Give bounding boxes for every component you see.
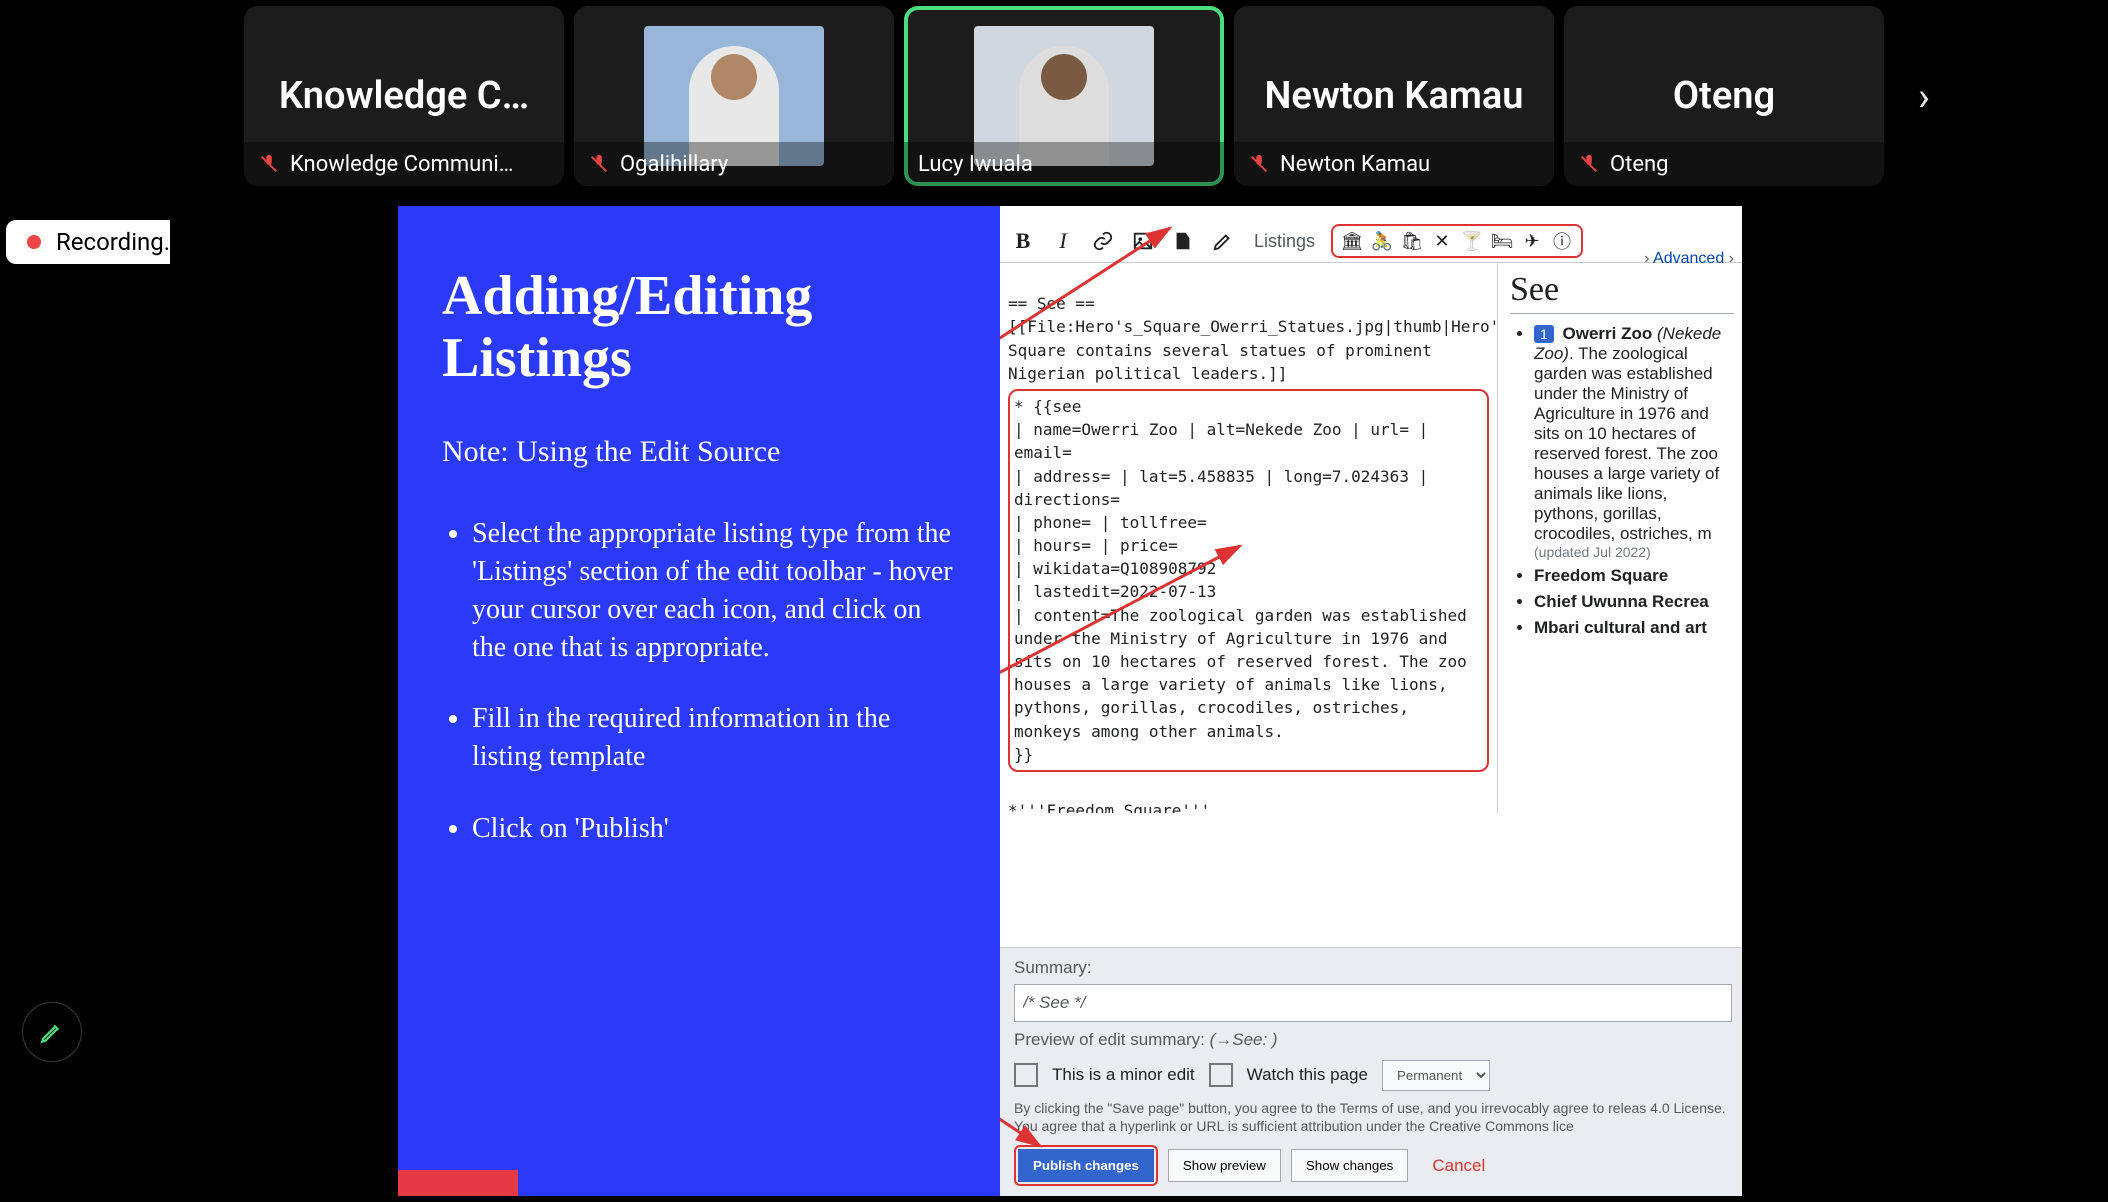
- watch-page-label: Watch this page: [1247, 1065, 1368, 1085]
- summary-label: Summary:: [1014, 958, 1728, 978]
- source-editor-textarea[interactable]: == See == [[File:Hero's_Square_Owerri_St…: [1000, 263, 1498, 813]
- updated-label: (updated Jul 2022): [1534, 544, 1734, 560]
- participant-name: Newton Kamau: [1280, 152, 1430, 177]
- listing-see-icon[interactable]: 🏛: [1339, 228, 1365, 254]
- signature-icon[interactable]: [1208, 226, 1238, 256]
- participant-tile[interactable]: Ogalihillary: [574, 6, 894, 186]
- slide-bullet: Fill in the required information in the …: [472, 700, 956, 776]
- code-text: == See == [[File:Hero's_Square_Owerri_St…: [1008, 294, 1498, 383]
- listing-number-badge: 1: [1534, 325, 1554, 343]
- annotate-button[interactable]: [22, 1002, 82, 1062]
- italic-button[interactable]: I: [1048, 226, 1078, 256]
- slide-accent-bar: [398, 1170, 518, 1196]
- minor-edit-label: This is a minor edit: [1052, 1065, 1195, 1085]
- participant-name: Oteng: [1610, 152, 1669, 177]
- preview-list-item: 1 Owerri Zoo (Nekede Zoo). The zoologica…: [1534, 324, 1734, 560]
- participant-name: Knowledge Communi…: [290, 152, 513, 177]
- participant-name: Lucy Iwuala: [918, 152, 1033, 177]
- record-icon: [24, 232, 44, 252]
- listings-toolbar-group: 🏛 🚴 🛍 ✕ 🍸 🛏 ✈ ⓘ: [1331, 224, 1583, 258]
- show-preview-button[interactable]: Show preview: [1168, 1149, 1281, 1182]
- preview-summary-label: Preview of edit summary:: [1014, 1030, 1210, 1049]
- preview-list-item: Chief Uwunna Recrea: [1534, 592, 1734, 612]
- listing-eat-icon[interactable]: ✕: [1429, 228, 1455, 254]
- listing-sleep-icon[interactable]: 🛏: [1489, 228, 1515, 254]
- participant-name: Ogalihillary: [620, 152, 728, 177]
- reference-icon[interactable]: [1168, 226, 1198, 256]
- mic-muted-icon: [588, 153, 610, 175]
- slide-bullet-list: Select the appropriate listing type from…: [442, 515, 956, 848]
- publish-footer: Summary: Preview of edit summary: (→See:…: [1000, 947, 1742, 1196]
- shared-screen-stage: Adding/Editing Listings Note: Using the …: [170, 200, 1940, 1200]
- preview-list-item: Freedom Square: [1534, 566, 1734, 586]
- listing-buy-icon[interactable]: 🛍: [1399, 228, 1425, 254]
- code-text: *'''Freedom Square''' *'''Chief Uwunna R…: [1008, 801, 1480, 813]
- participant-display-name: Oteng: [1673, 74, 1775, 118]
- cancel-link[interactable]: Cancel: [1418, 1148, 1499, 1184]
- participant-tile[interactable]: Oteng Oteng: [1564, 6, 1884, 186]
- participant-display-name: Knowledge C…: [279, 74, 529, 118]
- slide-left-panel: Adding/Editing Listings Note: Using the …: [398, 206, 1000, 1196]
- slide-bullet: Click on 'Publish': [472, 810, 956, 848]
- participant-gallery: Knowledge C… Knowledge Communi… Ogalihil…: [244, 6, 2068, 186]
- participant-tile[interactable]: Knowledge C… Knowledge Communi…: [244, 6, 564, 186]
- bold-button[interactable]: B: [1008, 226, 1038, 256]
- pencil-icon: [39, 1019, 65, 1045]
- slide-note: Note: Using the Edit Source: [442, 435, 956, 469]
- listing-go-icon[interactable]: ✈: [1519, 228, 1545, 254]
- watch-duration-select[interactable]: Permanent: [1382, 1060, 1490, 1091]
- wiki-edit-toolbar: B I Listings 🏛: [1000, 220, 1742, 263]
- listing-do-icon[interactable]: 🚴: [1369, 228, 1395, 254]
- live-preview-panel: See 1 Owerri Zoo (Nekede Zoo). The zoolo…: [1498, 263, 1742, 813]
- listing-other-icon[interactable]: ⓘ: [1549, 228, 1575, 254]
- advanced-link[interactable]: › Advanced ›: [1644, 250, 1734, 268]
- mic-muted-icon: [1248, 153, 1270, 175]
- participant-display-name: Newton Kamau: [1265, 74, 1524, 118]
- summary-input[interactable]: [1014, 984, 1732, 1022]
- preview-heading: See: [1510, 271, 1734, 314]
- slide-right-editor-screenshot: B I Listings 🏛: [1000, 206, 1742, 1196]
- legal-text: By clicking the "Save page" button, you …: [1014, 1099, 1728, 1135]
- listings-label: Listings: [1254, 231, 1315, 252]
- publish-highlight-box: Publish changes: [1014, 1145, 1158, 1186]
- mic-muted-icon: [258, 153, 280, 175]
- highlighted-code-block: * {{see | name=Owerri Zoo | alt=Nekede Z…: [1008, 389, 1489, 772]
- slide-title: Adding/Editing Listings: [442, 266, 956, 389]
- presentation-slide: Adding/Editing Listings Note: Using the …: [398, 206, 1742, 1196]
- minor-edit-checkbox[interactable]: [1014, 1063, 1038, 1087]
- preview-list-item: Mbari cultural and art: [1534, 618, 1734, 638]
- image-icon[interactable]: [1128, 226, 1158, 256]
- watch-page-checkbox[interactable]: [1209, 1063, 1233, 1087]
- mic-muted-icon: [1578, 153, 1600, 175]
- gallery-next-button[interactable]: ›: [1894, 6, 1954, 186]
- link-icon[interactable]: [1088, 226, 1118, 256]
- listing-drink-icon[interactable]: 🍸: [1459, 228, 1485, 254]
- recording-label: Recording...: [56, 228, 183, 256]
- slide-bullet: Select the appropriate listing type from…: [472, 515, 956, 666]
- publish-changes-button[interactable]: Publish changes: [1018, 1149, 1154, 1182]
- participant-tile-active-speaker[interactable]: Lucy Iwuala: [904, 6, 1224, 186]
- show-changes-button[interactable]: Show changes: [1291, 1149, 1408, 1182]
- participant-tile[interactable]: Newton Kamau Newton Kamau: [1234, 6, 1554, 186]
